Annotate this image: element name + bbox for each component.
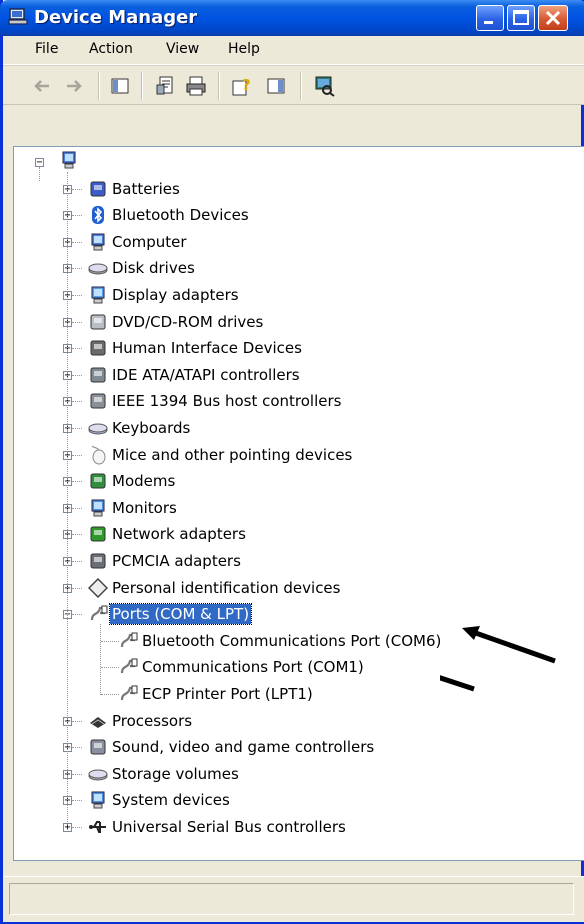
menu-help[interactable]: Help [228,41,260,57]
tree-item-disk-drives[interactable]: Disk drives [110,258,197,278]
identification-icon [87,577,109,598]
close-button[interactable] [538,5,568,31]
menu-bar: File Action View Help [3,36,584,65]
svg-text:?: ? [242,76,251,94]
tree-item-dvd-cd-rom-drives[interactable]: DVD/CD-ROM drives [110,312,265,332]
device-tree[interactable]: − + Batteries + Bluetooth Devices + Computer + D… [13,146,584,861]
menu-file[interactable]: File [35,41,58,57]
help-icon[interactable]: ? [230,75,252,97]
hid-icon [88,338,108,358]
expand-toggle[interactable]: − [35,158,44,168]
show-hide-console-tree-icon[interactable] [109,75,131,97]
sound-icon [88,737,108,757]
dvd-drive-icon [88,312,108,332]
tree-item-child[interactable]: Bluetooth Communications Port (COM6) [140,631,443,651]
tree-item-mice-and-other-pointing-devices[interactable]: Mice and other pointing devices [110,445,354,465]
tree-item-pcmcia-adapters[interactable]: PCMCIA adapters [110,551,243,571]
computer-icon [88,232,108,252]
mouse-icon [88,445,108,465]
properties-icon[interactable] [155,75,177,97]
tree-item-batteries[interactable]: Batteries [110,179,182,199]
storage-volume-icon [88,764,108,784]
tree-item-ports-com-lpt[interactable]: Ports (COM & LPT) [108,603,253,626]
tree-item-child[interactable]: ECP Printer Port (LPT1) [140,684,315,704]
port-icon [118,657,138,677]
computer-icon [59,150,79,170]
tree-item-ieee-1394-bus-host-controllers[interactable]: IEEE 1394 Bus host controllers [110,391,343,411]
menu-view[interactable]: View [166,41,199,57]
window-title: Device Manager [34,7,198,28]
monitor-icon [88,498,108,518]
minimize-icon [484,21,493,24]
tree-item-ide-ata-atapi-controllers[interactable]: IDE ATA/ATAPI controllers [110,365,302,385]
battery-icon [88,179,108,199]
back-arrow-icon[interactable] [31,75,53,97]
usb-icon [88,817,108,837]
tree-item-human-interface-devices[interactable]: Human Interface Devices [110,338,304,358]
ide-controller-icon [88,365,108,385]
ieee1394-icon [88,391,108,411]
system-device-icon [88,790,108,810]
tree-item-personal-identification-devices[interactable]: Personal identification devices [110,578,342,598]
tree-item-modems[interactable]: Modems [110,471,177,491]
tree-item-system-devices[interactable]: System devices [110,790,232,810]
scan-hardware-changes-icon[interactable] [313,75,335,97]
tree-item-storage-volumes[interactable]: Storage volumes [110,764,241,784]
device-manager-icon [8,8,28,25]
tree-item-monitors[interactable]: Monitors [110,498,179,518]
tree-item-universal-serial-bus-controllers[interactable]: Universal Serial Bus controllers [110,817,348,837]
status-bar [3,876,584,922]
title-bar[interactable]: Device Manager [0,0,584,36]
port-icon [118,684,138,704]
tree-item-keyboards[interactable]: Keyboards [110,418,192,438]
status-bar-panel [9,883,574,915]
toolbar: ? [3,65,584,105]
print-icon[interactable] [185,75,207,97]
port-icon [88,604,108,624]
annotation-arrows [440,626,556,692]
tree-item-bluetooth-devices[interactable]: Bluetooth Devices [110,205,251,225]
bluetooth-icon [88,205,108,225]
processor-icon [88,711,108,731]
tree-item-computer[interactable]: Computer [110,232,189,252]
tree-item-display-adapters[interactable]: Display adapters [110,285,241,305]
network-adapter-icon [88,524,108,544]
minimize-button[interactable] [476,5,504,31]
show-hide-action-pane-icon[interactable] [265,75,287,97]
tree-item-processors[interactable]: Processors [110,711,194,731]
pcmcia-icon [88,551,108,571]
tree-item-sound-video-and-game-controllers[interactable]: Sound, video and game controllers [110,737,376,757]
device-manager-window: Device Manager File Action View Help ? −… [0,0,584,924]
display-adapter-icon [88,285,108,305]
tree-item-network-adapters[interactable]: Network adapters [110,524,248,544]
maximize-icon [513,10,529,25]
close-icon [545,10,561,26]
port-icon [118,631,138,651]
menu-action[interactable]: Action [89,41,133,57]
maximize-button[interactable] [507,5,535,31]
expand-toggle[interactable]: + [63,823,72,833]
keyboard-icon [88,418,108,438]
forward-arrow-icon[interactable] [63,75,85,97]
tree-item-child[interactable]: Communications Port (COM1) [140,657,366,677]
modem-icon [88,471,108,491]
disk-drive-icon [88,258,108,278]
